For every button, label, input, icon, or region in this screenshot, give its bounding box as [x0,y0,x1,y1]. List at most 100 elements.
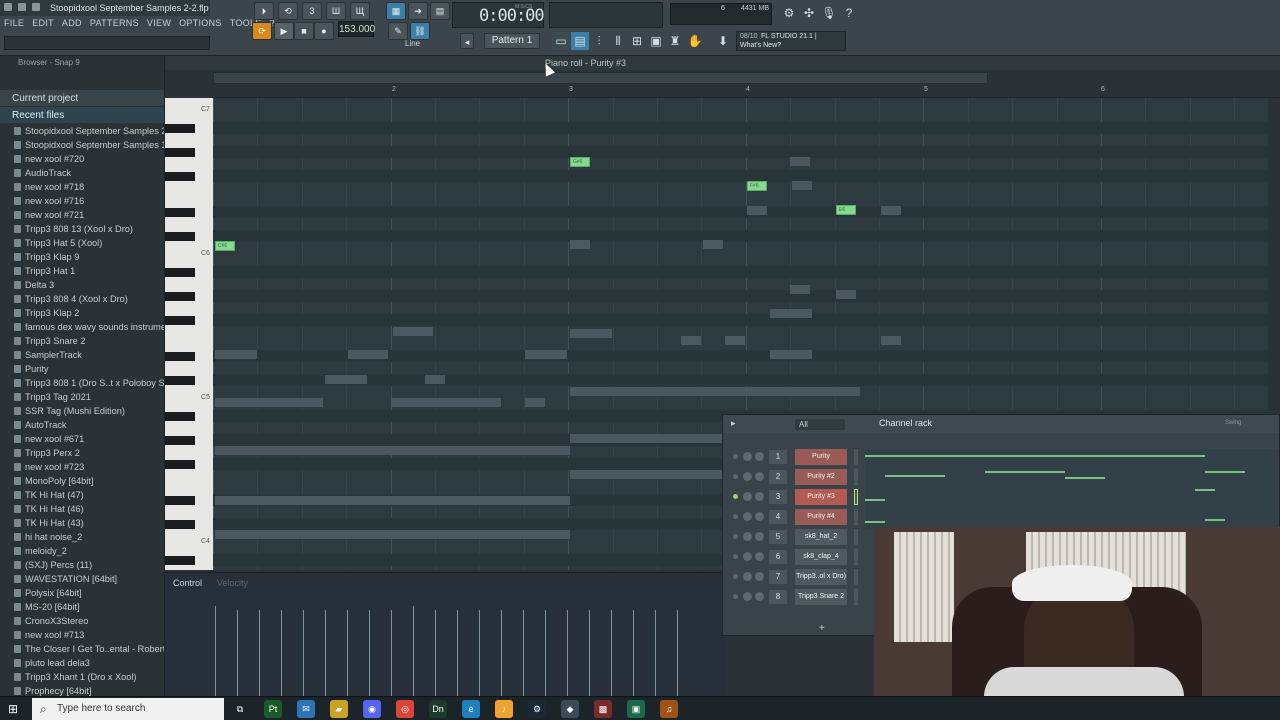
browser-file-item[interactable]: CronoX3Stereo [0,614,164,628]
browser-file-item[interactable]: The Closer I Get To..ental - Roberta Fla… [0,642,164,656]
channel-name-button[interactable]: Purity #3 [795,489,847,505]
browser-file-item[interactable]: new xool #720 [0,152,164,166]
stop-button[interactable]: ■ [294,22,314,40]
browser-file-item[interactable]: famous dex wavy sounds instrumental [0,320,164,334]
velocity-bar[interactable] [259,610,260,696]
browser-file-item[interactable]: AutoTrack [0,418,164,432]
browser-file-item[interactable]: Polysix [64bit] [0,586,164,600]
browser-file-item[interactable]: AudioTrack [0,166,164,180]
black-key[interactable] [165,556,195,565]
black-key[interactable] [165,232,195,241]
browser-file-item[interactable]: Stoopidxool September Samples 2-2 [0,124,164,138]
app-icon[interactable]: ▣ [627,700,645,718]
record-button[interactable]: ● [314,22,334,40]
velocity-bar[interactable] [215,606,216,696]
channel-led-icon[interactable] [733,594,738,599]
pattern-song-toggle[interactable]: ⟳ [252,22,272,40]
channel-led-icon[interactable] [733,474,738,479]
app-icon-dn[interactable]: Dn [429,700,447,718]
pan-knob[interactable] [743,492,752,501]
snap-mode[interactable]: Line [405,39,420,48]
black-key[interactable] [165,412,195,421]
browser-file-item[interactable]: Prophecy [64bit] [0,684,164,696]
black-key[interactable] [165,268,195,277]
channel-row[interactable]: 3 Purity #3 [723,487,1279,507]
browser-file-item[interactable]: (SXJ) Percs (11) [0,558,164,572]
app-icon[interactable]: ◆ [561,700,579,718]
browser-file-item[interactable]: meloidy_2 [0,544,164,558]
menu-options[interactable]: OPTIONS [179,18,222,28]
channel-select-indicator[interactable] [854,549,858,565]
note[interactable]: G#6 [570,157,590,167]
browser-file-item[interactable]: Tripp3 Perx 2 [0,446,164,460]
plugin-icon[interactable]: ✣ [800,4,818,22]
channel-name-button[interactable]: sk8_clap_4 [795,549,847,565]
velocity-bar[interactable] [479,610,480,696]
black-key[interactable] [165,376,195,385]
pan-knob[interactable] [743,512,752,521]
mic-icon[interactable]: 🎙 [820,4,838,22]
black-key[interactable] [165,436,195,445]
tempo-display[interactable]: 153.000 [338,21,375,37]
browser-file-item[interactable]: Tripp3 Hat 5 (Xool) [0,236,164,250]
channel-select-indicator[interactable] [854,529,858,545]
velocity-bar[interactable] [303,610,304,696]
velocity-bar[interactable] [413,606,414,696]
volume-knob[interactable] [755,572,764,581]
step-edit-icon[interactable]: Ш [326,2,346,20]
news-panel[interactable]: 08/10 FL STUDIO 21.1 | What's New? [736,31,846,51]
minimize-icon[interactable] [18,3,26,11]
browser-file-item[interactable]: Purity [0,362,164,376]
channel-number[interactable]: 3 [769,490,787,504]
black-key[interactable] [165,148,195,157]
channel-select-indicator[interactable] [854,449,858,465]
blend-notes-icon[interactable]: Щ [350,2,370,20]
pan-knob[interactable] [743,472,752,481]
black-key[interactable] [165,316,195,325]
gear-icon[interactable]: ⚙ [780,4,798,22]
pan-knob[interactable] [743,552,752,561]
song-time[interactable]: 0:00:00 [479,6,545,26]
browser-file-item[interactable]: Tripp3 808 13 (Xool x Dro) [0,222,164,236]
browser-file-item[interactable]: TK Hi Hat (46) [0,502,164,516]
browser-icon[interactable]: ▣ [647,32,665,50]
pattern-prev-icon[interactable]: ◂ [460,33,474,49]
black-key[interactable] [165,172,195,181]
velocity-bar[interactable] [391,610,392,696]
arrow-icon[interactable]: ➜ [408,2,428,20]
link-icon[interactable]: ⛓ [410,22,430,40]
browser-file-item[interactable]: MonoPoly [64bit] [0,474,164,488]
menu-view[interactable]: VIEW [147,18,171,28]
pattern-selector[interactable]: Pattern 1 [484,33,540,49]
download-icon[interactable]: ⬇ [714,32,732,50]
window-menu-icon[interactable] [4,3,12,11]
browser-file-item[interactable]: SamplerTrack [0,348,164,362]
channel-led-icon[interactable] [733,534,738,539]
velocity-bar[interactable] [435,610,436,696]
browser-file-item[interactable]: Tripp3 808 1 (Dro S..t x Poloboy Shawty) [0,376,164,390]
browser-file-item[interactable]: new xool #671 [0,432,164,446]
channel-number[interactable]: 1 [769,450,787,464]
velocity-bar[interactable] [655,610,656,696]
channel-led-icon[interactable] [733,574,738,579]
black-key[interactable] [165,460,195,469]
typing-keyboard-icon[interactable]: ▦ [386,2,406,20]
channel-name-button[interactable]: sk8_hat_2 [795,529,847,545]
menu-patterns[interactable]: PATTERNS [90,18,139,28]
black-key[interactable] [165,496,195,505]
velocity-bar[interactable] [523,610,524,696]
channel-led-icon[interactable] [733,514,738,519]
app-icon[interactable]: ▩ [594,700,612,718]
countdown-icon[interactable]: 3 [302,2,322,20]
channel-rack-menu-icon[interactable]: ▸ [731,418,736,429]
channel-number[interactable]: 2 [769,470,787,484]
windows-start-icon[interactable]: ⊞ [8,702,22,716]
horizontal-scrollbar[interactable] [213,72,988,84]
fl-studio-icon[interactable]: ♪ [495,700,513,718]
pan-knob[interactable] [743,532,752,541]
channel-select-indicator[interactable] [854,489,858,505]
channel-number[interactable]: 8 [769,590,787,604]
maximize-icon[interactable] [32,3,40,11]
channel-filter[interactable]: All [795,419,845,430]
steam-icon[interactable]: ⚙ [528,700,546,718]
